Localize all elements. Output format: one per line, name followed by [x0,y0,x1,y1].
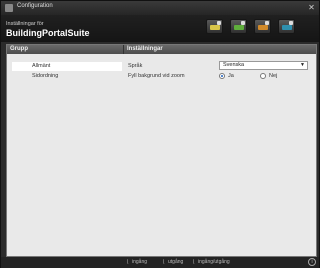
configuration-window: Configuration ✕ Inställningar för Buildi… [0,0,320,268]
header-subtitle: Inställningar för [6,21,44,27]
tool-button-3[interactable] [254,19,271,34]
tool-button-2[interactable] [230,19,247,34]
corner-badge-icon [217,21,221,25]
settings-panel: Grupp Inställningar Allmänt Sidordning S… [6,44,317,257]
window-title: Configuration [17,3,53,9]
radio-nej[interactable] [260,73,266,79]
card-orange-icon [258,25,268,30]
group-item-allmant[interactable]: Allmänt [12,62,122,71]
group-column-header: Grupp [7,45,124,54]
radio-nej-label: Nej [269,73,278,79]
group-list: Allmänt Sidordning [7,54,125,256]
tool-button-4[interactable] [278,19,295,34]
title-bar: Configuration ✕ [1,1,319,16]
card-green-icon [234,25,244,30]
language-select-value: Svenska [223,62,245,68]
product-name: BuildingPortalSuite [6,28,90,38]
close-button[interactable]: ✕ [307,3,316,12]
language-select[interactable]: Svenska ▼ [219,61,308,70]
chevron-down-icon: ▼ [300,62,305,68]
app-header: Inställningar för BuildingPortalSuite [1,15,319,42]
corner-badge-icon [241,21,245,25]
language-label: Språk [128,63,143,69]
radio-ja-label: Ja [228,73,234,79]
legend-utgang: ⌊ utgång [163,259,184,265]
settings-form: Språk Svenska ▼ Fyll bakgrund vid zoom J… [124,54,316,256]
corner-badge-icon [289,21,293,25]
radio-ja[interactable] [219,73,225,79]
settings-column-header: Inställningar [124,45,316,54]
tool-button-1[interactable] [206,19,223,34]
fill-background-label: Fyll bakgrund vid zoom [128,73,185,79]
group-item-sidordning[interactable]: Sidordning [12,72,122,81]
info-icon[interactable]: i [308,258,316,266]
corner-badge-icon [265,21,269,25]
card-teal-icon [282,25,292,30]
card-yellow-icon [210,25,220,30]
status-bar: ⌊ ingång ⌊ utgång ⌊ ingång/utgång i [1,257,319,268]
legend-ingang: ⌊ ingång [127,259,148,265]
app-icon [5,4,13,12]
legend-ingang-utgang: ⌊ ingång/utgång [193,259,230,265]
